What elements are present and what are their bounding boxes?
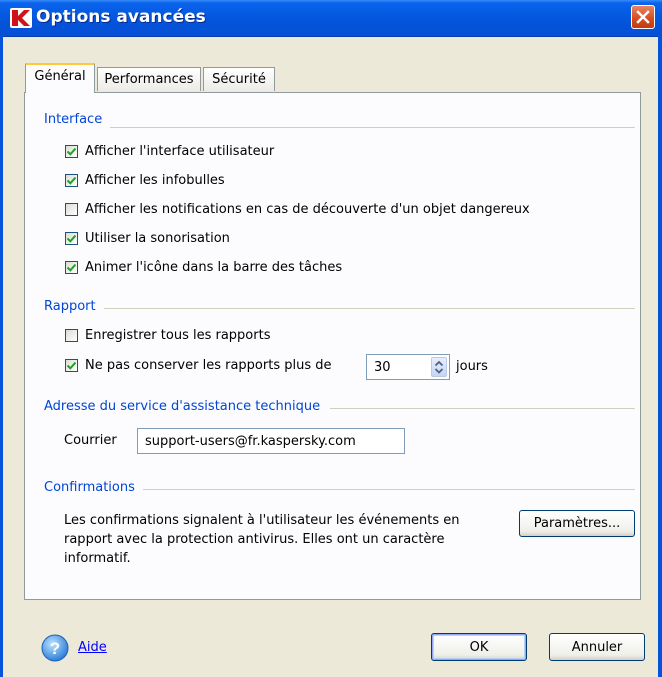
days-value: 30 <box>374 360 391 375</box>
checkbox-keep-reports-limit[interactable] <box>65 359 78 372</box>
interface-group-line <box>110 127 635 128</box>
checkbox-show-interface[interactable] <box>65 145 78 158</box>
tab-securite-label: Sécurité <box>212 72 266 87</box>
window-border-left <box>0 36 3 677</box>
days-spinner[interactable]: 30 <box>366 354 450 380</box>
checkbox-label: Animer l'icône dans la barre des tâches <box>85 260 343 275</box>
tab-performances-label: Performances <box>104 72 194 87</box>
window-title: Options avancées <box>36 7 206 27</box>
tab-securite[interactable]: Sécurité <box>203 67 275 91</box>
spin-buttons[interactable] <box>431 357 447 377</box>
support-email-field[interactable]: support-users@fr.kaspersky.com <box>137 428 405 454</box>
confirmations-group-line <box>143 489 635 490</box>
checkmark-icon <box>67 234 76 243</box>
interface-group-header: Interface <box>44 112 107 127</box>
confirmations-text-line: informatif. <box>64 551 131 566</box>
checkbox-label: Enregistrer tous les rapports <box>85 328 271 343</box>
checkbox-label: Afficher les notifications en cas de déc… <box>85 202 530 217</box>
cancel-button[interactable]: Annuler <box>549 633 645 661</box>
checkbox-label: Ne pas conserver les rapports plus de <box>85 358 332 373</box>
report-group-line <box>104 308 635 309</box>
close-icon <box>636 10 650 24</box>
support-group-line <box>330 408 635 409</box>
help-icon[interactable]: ? <box>40 633 70 663</box>
checkbox-label: Utiliser la sonorisation <box>85 231 230 246</box>
spin-arrows-icon <box>434 360 444 374</box>
ok-button[interactable]: OK <box>431 633 527 661</box>
svg-text:?: ? <box>50 639 60 658</box>
title-bar: Options avancées <box>0 0 662 37</box>
mail-label: Courrier <box>64 433 117 448</box>
checkbox-show-tooltips[interactable] <box>65 174 78 187</box>
checkbox-label: Afficher les infobulles <box>85 173 225 188</box>
tab-general[interactable]: Général <box>25 63 95 93</box>
checkmark-icon <box>67 361 76 370</box>
window-border-right <box>658 36 662 677</box>
checkmark-icon <box>67 176 76 185</box>
help-link[interactable]: Aide <box>78 640 107 655</box>
tab-general-label: Général <box>34 69 86 84</box>
close-button[interactable] <box>631 5 655 29</box>
confirmations-description: Les confirmations signalent à l'utilisat… <box>64 511 460 568</box>
cancel-button-label: Annuler <box>571 640 623 655</box>
ok-button-label: OK <box>469 640 489 655</box>
parameters-button-label: Paramètres... <box>533 516 621 531</box>
checkbox-save-all-reports[interactable] <box>65 329 78 342</box>
kaspersky-logo-icon <box>10 8 32 28</box>
checkbox-animate-tray-icon[interactable] <box>65 261 78 274</box>
advanced-options-window: Options avancées Général Performances Sé… <box>0 0 662 677</box>
checkmark-icon <box>67 147 76 156</box>
checkbox-show-notifications[interactable] <box>65 203 78 216</box>
checkbox-label: Afficher l'interface utilisateur <box>85 144 275 159</box>
checkbox-use-sound[interactable] <box>65 232 78 245</box>
confirmations-text-line: rapport avec la protection antivirus. El… <box>64 532 445 547</box>
report-group-header: Rapport <box>44 299 100 314</box>
tab-performances[interactable]: Performances <box>97 67 201 91</box>
checkmark-icon <box>67 263 76 272</box>
support-email-value: support-users@fr.kaspersky.com <box>145 434 356 449</box>
confirmations-text-line: Les confirmations signalent à l'utilisat… <box>64 513 460 528</box>
days-unit-label: jours <box>456 359 488 374</box>
confirmations-group-header: Confirmations <box>44 480 139 495</box>
support-group-header: Adresse du service d'assistance techniqu… <box>44 399 325 414</box>
parameters-button[interactable]: Paramètres... <box>519 510 635 537</box>
